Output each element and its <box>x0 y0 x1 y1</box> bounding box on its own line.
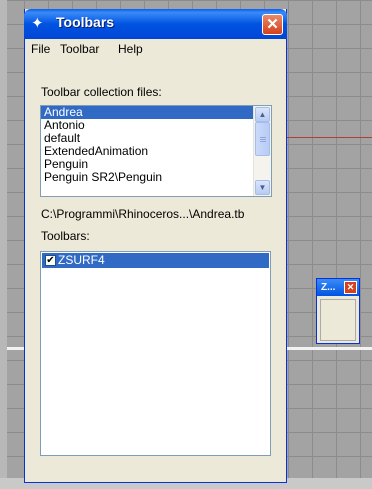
title-bar[interactable]: ✦ Toolbars ✕ <box>24 9 287 39</box>
floating-toolbar-title: Z... <box>321 282 336 293</box>
x-axis-line-red <box>285 137 372 138</box>
rhino-icon: ✦ <box>31 15 44 32</box>
scroll-down-button[interactable]: ▼ <box>255 180 270 195</box>
vertical-scrollbar[interactable]: ▲ ▼ <box>253 106 271 196</box>
toolbar-name: ZSURF4 <box>58 253 105 267</box>
list-item[interactable]: ✔ ZSURF4 <box>42 253 269 268</box>
menu-file[interactable]: File <box>31 42 50 56</box>
collection-files-label: Toolbar collection files: <box>41 85 162 99</box>
floating-toolbar-close-button[interactable]: ✕ <box>344 281 357 294</box>
menu-help[interactable]: Help <box>118 42 143 56</box>
toolbar-checkbox[interactable]: ✔ <box>45 255 56 266</box>
selected-file-path: C:\Programmi\Rhinoceros...\Andrea.tb <box>41 207 245 221</box>
scroll-up-button[interactable]: ▲ <box>255 107 270 122</box>
collection-files-list[interactable]: Andrea Antonio default ExtendedAnimation… <box>40 105 272 197</box>
floating-toolbar: Z... ✕ <box>316 278 360 344</box>
floating-toolbar-title-bar[interactable]: Z... ✕ <box>317 279 359 296</box>
window-title: Toolbars <box>56 14 115 30</box>
toolbars-list[interactable]: ✔ ZSURF4 <box>40 251 271 456</box>
left-border <box>0 0 7 489</box>
scroll-thumb[interactable] <box>255 122 270 156</box>
menu-bar: File Toolbar Help <box>25 39 286 59</box>
close-button[interactable]: ✕ <box>262 14 283 35</box>
toolbars-dialog: ✦ Toolbars ✕ File Toolbar Help Toolbar c… <box>24 9 287 483</box>
toolbars-label: Toolbars: <box>41 229 90 243</box>
menu-toolbar[interactable]: Toolbar <box>60 42 99 56</box>
floating-toolbar-body <box>320 299 356 341</box>
list-item[interactable]: Penguin SR2\Penguin <box>41 171 271 184</box>
